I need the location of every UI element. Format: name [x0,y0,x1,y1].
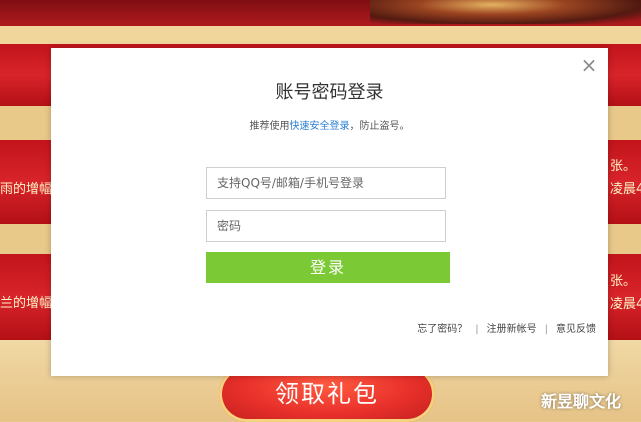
login-dialog: × 账号密码登录 推荐使用快速安全登录，防止盗号。 登录 忘了密码？ | 注册新帐号… [51,48,608,376]
hint-text: 推荐使用 [249,121,290,132]
username-input[interactable] [206,167,446,199]
background-text: 张。 [610,274,637,289]
background-text: 兰的增幅 [0,296,53,311]
gold-divider [0,26,641,44]
background-text: 雨的增幅 [0,182,53,197]
security-hint: 推荐使用快速安全登录，防止盗号。 [51,117,608,132]
feedback-link[interactable]: 意见反馈 [556,324,596,335]
background-text: 凌晨4 [610,182,641,197]
close-icon[interactable]: × [578,54,600,76]
hint-text: ，防止盗号。 [349,121,410,132]
quick-login-link[interactable]: 快速安全登录 [290,121,350,132]
forgot-password-link[interactable]: 忘了密码？ [417,324,467,335]
password-input[interactable] [206,210,446,242]
login-button[interactable]: 登录 [206,252,450,283]
watermark-text: 新昱聊文化 [541,392,622,411]
register-link[interactable]: 注册新帐号 [487,324,537,335]
link-separator: | [475,324,479,335]
link-separator: | [544,324,548,335]
background-text: 凌晨4 [610,297,641,312]
dialog-title: 账号密码登录 [275,82,384,103]
footer-links: 忘了密码？ | 注册新帐号 | 意见反馈 [417,320,596,335]
header-artwork [370,0,641,24]
background-text: 张。 [610,159,637,174]
